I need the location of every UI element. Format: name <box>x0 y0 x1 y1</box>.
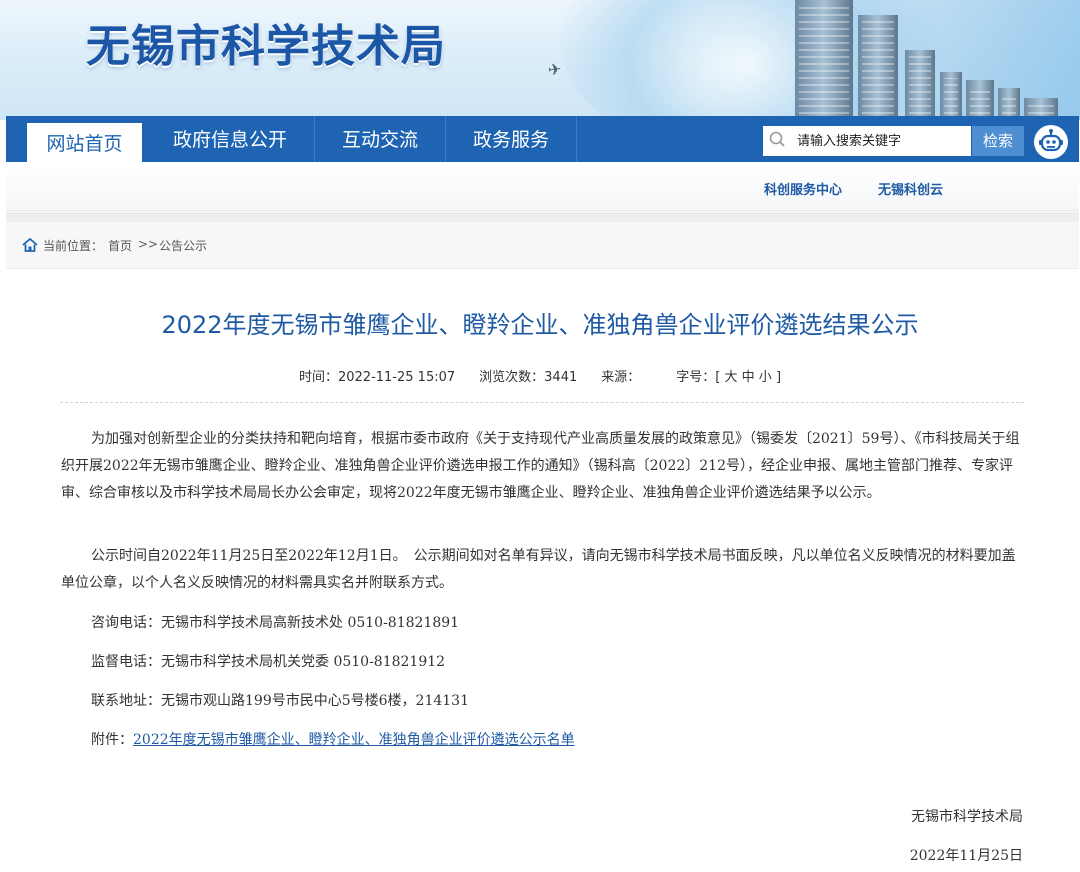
divider <box>60 402 1024 403</box>
building-graphic <box>905 50 935 120</box>
nav-item-gov-info[interactable]: 政府信息公开 <box>146 116 314 162</box>
supervise-phone: 监督电话：无锡市科学技术局机关党委 0510-81821912 <box>91 654 446 670</box>
search-button[interactable]: 检索 <box>972 126 1024 156</box>
breadcrumb-home-link[interactable]: 首页 <box>108 237 132 254</box>
home-icon <box>22 238 38 252</box>
link-innovation-service-center[interactable]: 科创服务中心 <box>764 179 842 198</box>
building-graphic <box>940 72 962 120</box>
consult-phone: 咨询电话：无锡市科学技术局高新技术处 0510-81821891 <box>91 615 460 631</box>
building-graphic <box>795 0 853 120</box>
nav-item-services[interactable]: 政务服务 <box>446 116 576 162</box>
nav-item-home[interactable]: 网站首页 <box>27 123 142 164</box>
fontsize-small-button[interactable]: 小 <box>759 370 772 385</box>
header-banner: ✈ 无锡市科学技术局 <box>0 0 1080 120</box>
article-title: 2022年度无锡市雏鹰企业、瞪羚企业、准独角兽企业评价遴选结果公示 <box>161 311 919 339</box>
fontsize-label: 字号：[ <box>676 370 721 385</box>
nav-item-interaction[interactable]: 互动交流 <box>315 116 445 162</box>
breadcrumb-current[interactable]: 公告公示 <box>159 237 207 254</box>
time-value: 2022-11-25 15:07 <box>337 370 456 385</box>
breadcrumb-prefix: 当前位置： <box>43 239 104 253</box>
building-graphic <box>858 15 898 120</box>
fontsize-medium-button[interactable]: 中 <box>742 370 755 385</box>
search-input[interactable] <box>797 126 967 156</box>
source-label: 来源： <box>601 370 641 385</box>
fontsize-end: ] <box>775 370 782 385</box>
sub-nav: 科创服务中心 无锡科创云 <box>6 162 1079 211</box>
building-graphic <box>966 80 994 120</box>
site-title: 无锡市科学技术局 <box>86 21 446 72</box>
publish-date: 2022年11月25日 <box>909 848 1023 864</box>
article-meta: 时间：2022-11-25 15:07 浏览次数：3441 来源： 字号：[ 大 中 … <box>0 366 1080 385</box>
views-label: 浏览次数： <box>479 370 545 385</box>
time-label: 时间： <box>298 370 338 385</box>
airplane-icon: ✈ <box>547 59 563 80</box>
attachment-link[interactable]: 2022年度无锡市雏鹰企业、瞪羚企业、准独角兽企业评价遴选公示名单 <box>133 732 575 748</box>
assistant-robot-icon[interactable] <box>1034 125 1068 159</box>
attachment: 附件：2022年度无锡市雏鹰企业、瞪羚企业、准独角兽企业评价遴选公示名单 <box>91 729 575 749</box>
breadcrumb-separator: >> <box>138 237 159 251</box>
breadcrumb: 当前位置： 首页 >> 公告公示 <box>6 222 1079 269</box>
views-value: 3441 <box>544 370 578 385</box>
nav-divider <box>576 116 577 162</box>
signature: 无锡市科学技术局 <box>911 809 1023 825</box>
attachment-label: 附件： <box>91 732 133 748</box>
search-box <box>763 126 971 156</box>
contact-address: 联系地址：无锡市观山路199号市民中心5号楼6楼，214131 <box>91 693 469 709</box>
article-paragraph: 公示时间自2022年11月25日至2022年12月1日。 公示期间如对名单有异议… <box>61 548 1016 591</box>
section-gap <box>6 212 1079 222</box>
search-icon <box>769 131 785 147</box>
article-paragraph: 为加强对创新型企业的分类扶持和靶向培育，根据市委市政府《关于支持现代产业高质量发… <box>61 431 1020 501</box>
fontsize-large-button[interactable]: 大 <box>724 370 737 385</box>
link-wuxi-innovation-cloud[interactable]: 无锡科创云 <box>878 179 943 198</box>
